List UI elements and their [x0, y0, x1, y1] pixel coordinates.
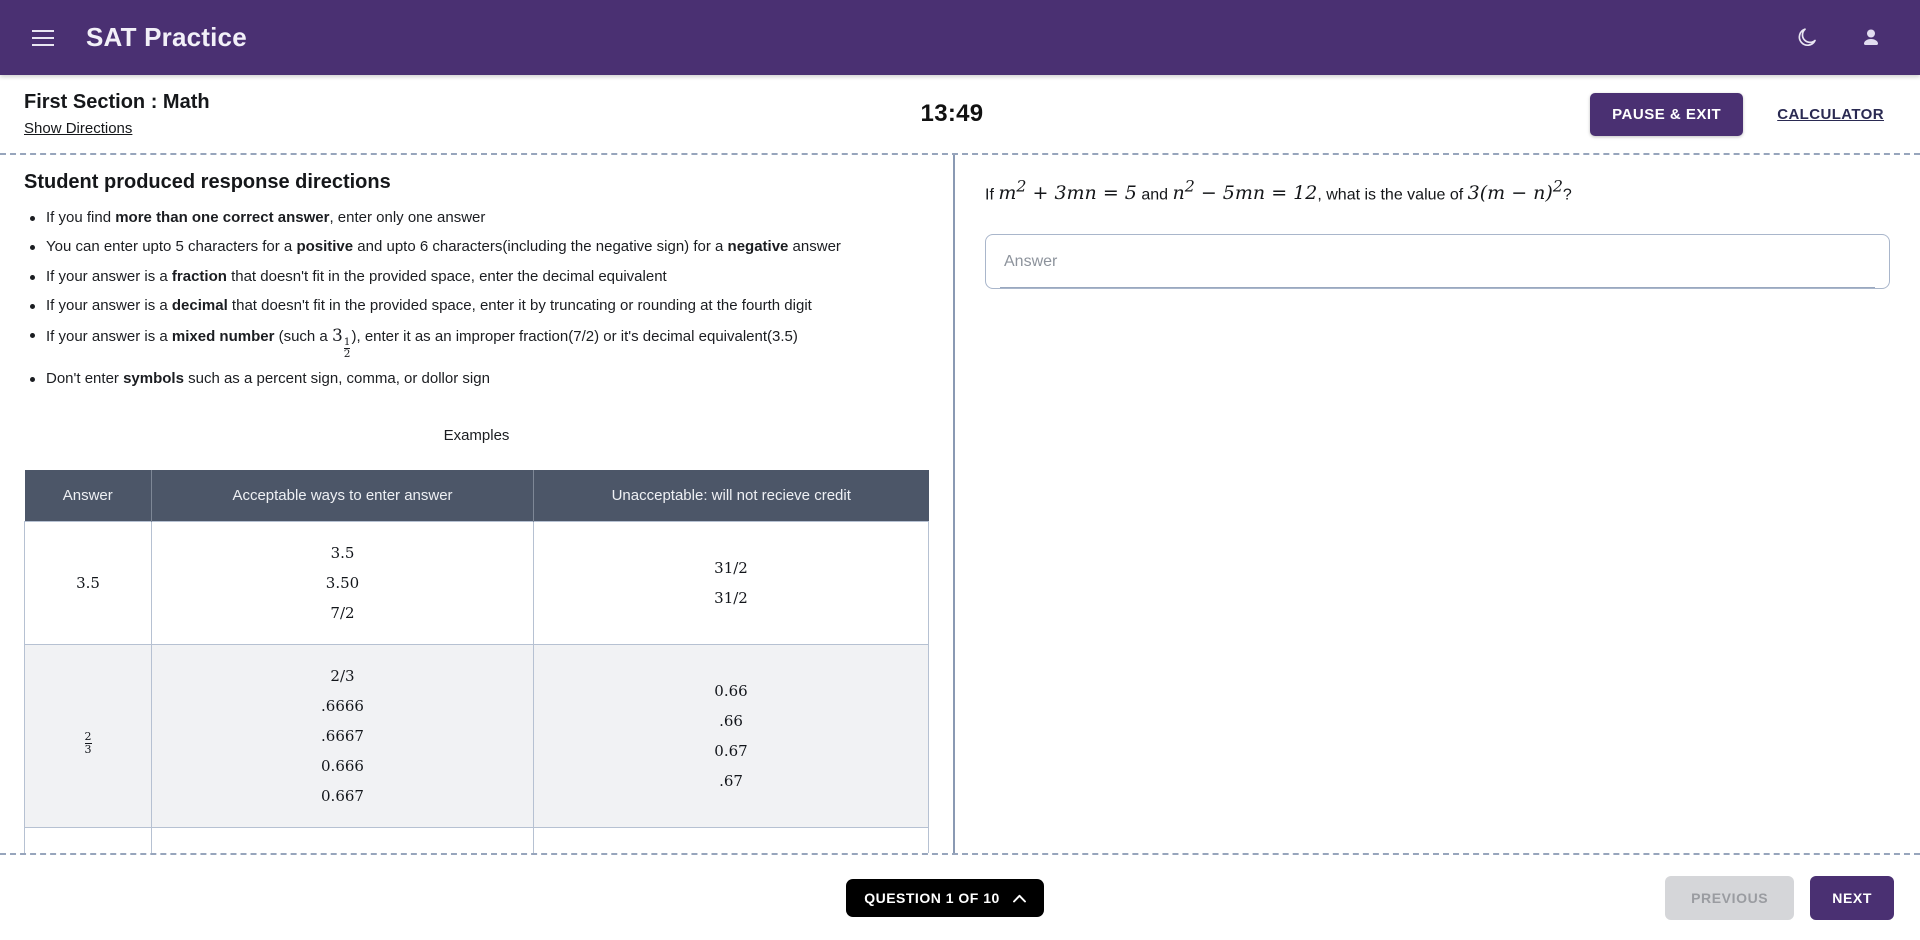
person-icon[interactable] — [1848, 15, 1894, 61]
bullet-text-bold-2: negative — [727, 238, 789, 256]
acceptable-value: −1/3 — [160, 844, 525, 853]
question-expression-3: 3(m − n)2 — [1467, 177, 1563, 205]
bullet-text-pre: If you find — [46, 209, 116, 226]
question-prefix: If — [985, 186, 999, 204]
question-expression-1: m2 + 3mn = 5 — [998, 177, 1137, 205]
examples-caption: Examples — [443, 427, 510, 445]
calculator-link[interactable]: CALCULATOR — [1777, 106, 1884, 123]
cell-unacceptable: 31/2 31/2 — [533, 521, 929, 646]
bullet-text-bold: mixed number — [171, 328, 275, 345]
bullet-text-bold: symbols — [123, 369, 184, 387]
unacceptable-value: 31/2 — [714, 589, 748, 608]
question-middle: , what is the value of — [1317, 186, 1468, 204]
table-row: −13 −1/3 −.3333 −0.333 −.33 −0.33 — [24, 827, 929, 853]
unacceptable-value: .67 — [719, 772, 743, 791]
mixed-number-example: 312 — [331, 326, 351, 360]
list-item: You can enter upto 5 characters for a po… — [24, 237, 929, 257]
question-navigator-button[interactable]: QUESTION 1 OF 10 — [846, 878, 1044, 917]
cell-acceptable: −1/3 −.3333 −0.333 — [151, 827, 534, 853]
cell-answer: 3.5 — [24, 521, 152, 646]
table-row: 23 2/3 .6666 .6667 0.666 0.667 0.66 .66 … — [24, 644, 929, 829]
table-row: 3.5 3.5 3.50 7/2 31/2 31/2 — [24, 521, 929, 646]
unacceptable-value: 0.67 — [714, 742, 748, 761]
cell-unacceptable: 0.66 .66 0.67 .67 — [533, 644, 929, 829]
bullet-text-post: that doesn't fit in the provided space, … — [226, 267, 667, 285]
app-title: SAT Practice — [86, 22, 247, 52]
unacceptable-value: .66 — [719, 712, 743, 731]
bullet-text-post: such as a percent sign, comma, or dollor… — [183, 369, 490, 387]
previous-button[interactable]: PREVIOUS — [1665, 875, 1795, 920]
acceptable-value: 3.50 — [325, 574, 360, 593]
answer-value: 23 — [84, 730, 92, 756]
question-conjunction: and — [1136, 186, 1173, 204]
question-expression-2: n2 − 5mn = 12 — [1172, 177, 1318, 205]
list-item: Don't enter symbols such as a percent si… — [24, 369, 929, 389]
list-item: If your answer is a fraction that doesn'… — [24, 267, 929, 287]
examples-table: Answer Acceptable ways to enter answer U… — [24, 470, 929, 853]
bullet-text-post: answer — [788, 238, 841, 256]
acceptable-value: 3.5 — [330, 544, 355, 563]
unacceptable-value: 31/2 — [714, 559, 748, 578]
bullet-text-bold: positive — [296, 238, 354, 256]
acceptable-value: 0.666 — [321, 757, 364, 776]
bullet-text-bold: fraction — [171, 267, 227, 285]
bullet-text-post: ), enter it as an improper fraction(7/2)… — [351, 328, 798, 345]
bullet-text-bold: more than one correct answer — [115, 209, 330, 226]
bullet-text-pre: You can enter upto 5 characters for a — [46, 238, 297, 256]
acceptable-value: 2/3 — [330, 667, 355, 686]
bullet-text-post: that doesn't fit in the provided space, … — [227, 296, 812, 314]
question-nav-container: QUESTION 1 OF 10 — [0, 878, 1920, 917]
cell-acceptable: 3.5 3.50 7/2 — [151, 521, 534, 646]
cell-answer: −13 — [24, 827, 152, 853]
prev-next-controls: PREVIOUS NEXT — [1665, 875, 1894, 920]
app-header: SAT Practice — [0, 0, 1920, 75]
list-item: If your answer is a decimal that doesn't… — [24, 296, 929, 316]
hamburger-menu-icon[interactable] — [26, 21, 60, 55]
column-header-acceptable: Acceptable ways to enter answer — [151, 470, 534, 522]
directions-heading: Student produced response directions — [24, 171, 391, 193]
pause-and-exit-button[interactable]: PAUSE & EXIT — [1590, 92, 1744, 136]
question-pane: If m2 + 3mn = 5 and n2 − 5mn = 12, what … — [955, 155, 1920, 853]
main-split-area: Student produced response directions If … — [0, 153, 1920, 855]
acceptable-value: .6666 — [321, 697, 364, 716]
question-prompt: If m2 + 3mn = 5 and n2 − 5mn = 12, what … — [985, 175, 1890, 208]
unacceptable-value: 0.66 — [714, 682, 748, 701]
section-actions: PAUSE & EXIT CALCULATOR — [1590, 92, 1894, 136]
show-directions-link[interactable]: Show Directions — [24, 120, 132, 137]
cell-unacceptable: −.33 −0.33 — [533, 827, 929, 853]
answer-field-container[interactable] — [985, 233, 1890, 289]
section-toolbar: First Section : Math Show Directions 13:… — [0, 75, 1920, 153]
answer-value: 3.5 — [76, 574, 100, 593]
bullet-text-bold: decimal — [171, 296, 228, 314]
bullet-text-pre: Don't enter — [46, 369, 124, 387]
column-header-unacceptable: Unacceptable: will not recieve credit — [533, 470, 929, 522]
acceptable-value: 7/2 — [330, 604, 355, 623]
acceptable-value: 0.667 — [321, 787, 364, 806]
column-header-answer: Answer — [24, 470, 152, 522]
directions-list: If you find more than one correct answer… — [24, 208, 929, 389]
cell-acceptable: 2/3 .6666 .6667 0.666 0.667 — [151, 644, 534, 829]
question-suffix: ? — [1562, 186, 1572, 204]
countdown-timer: 13:49 — [920, 100, 984, 127]
list-item: If your answer is a mixed number (such a… — [24, 325, 929, 360]
bullet-text-pre: If your answer is a — [46, 328, 172, 345]
list-item: If you find more than one correct answer… — [24, 208, 929, 228]
acceptable-value: .6667 — [321, 727, 364, 746]
moon-icon[interactable] — [1784, 15, 1830, 61]
bullet-text-post: , enter only one answer — [329, 209, 486, 226]
bottom-navigation-bar: QUESTION 1 OF 10 PREVIOUS NEXT — [0, 855, 1920, 940]
answer-input[interactable] — [1000, 245, 1875, 288]
bullet-text-pre: If your answer is a — [46, 296, 172, 314]
table-header-row: Answer Acceptable ways to enter answer U… — [24, 470, 929, 522]
bullet-text-mid: and upto 6 characters(including the nega… — [353, 238, 728, 256]
bullet-text-mid: (such a — [274, 328, 332, 345]
section-title: First Section : Math — [24, 91, 210, 113]
question-nav-label: QUESTION 1 OF 10 — [864, 889, 1000, 906]
chevron-up-icon — [1012, 890, 1026, 906]
section-info: First Section : Math Show Directions — [24, 90, 494, 138]
bullet-text-pre: If your answer is a — [46, 267, 172, 285]
next-button[interactable]: NEXT — [1810, 875, 1894, 920]
cell-answer: 23 — [24, 644, 152, 829]
directions-pane: Student produced response directions If … — [0, 155, 955, 853]
